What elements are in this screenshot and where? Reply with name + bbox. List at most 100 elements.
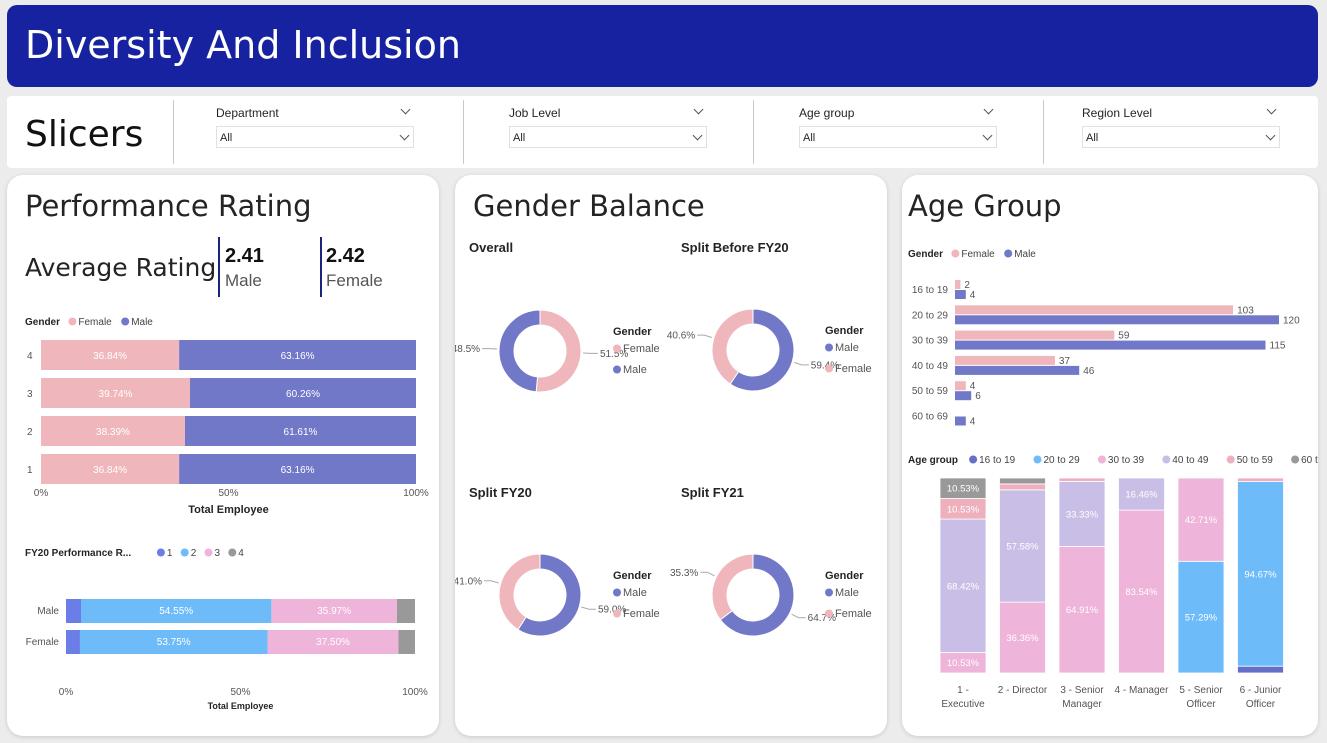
department-slicer[interactable]: Department All [216, 104, 416, 160]
age-bar-male [955, 315, 1279, 325]
level-data-label: 16.46% [1125, 490, 1158, 501]
gender-legend-item: Male [131, 317, 153, 328]
level-bar-segment [1237, 477, 1284, 482]
fy20-bar-1 [66, 630, 80, 654]
age-data-label: 59 [1118, 331, 1130, 342]
job-level-slicer[interactable]: Job Level All [509, 104, 709, 160]
level-data-label: 94.67% [1244, 569, 1277, 580]
rating-data-label: 39.74% [99, 389, 133, 400]
donut-legend-title: Gender [613, 326, 652, 338]
age-level-legend-marker [1033, 455, 1042, 464]
rating-data-label: 63.16% [281, 465, 315, 476]
donut-legend-marker [613, 609, 621, 618]
fy20-x-label: Total Employee [208, 701, 274, 711]
department-dropdown[interactable]: All [216, 126, 414, 148]
gender-legend-marker [68, 317, 77, 326]
rating-x-tick: 50% [218, 488, 238, 499]
level-data-label: 64.91% [1066, 605, 1099, 616]
donut-data-label: 40.6% [667, 331, 695, 342]
donut-slice-female [498, 553, 541, 631]
donut-title: Split FY21 [681, 485, 744, 500]
age-group-dropdown[interactable]: All [799, 126, 997, 148]
age-level-legend-title: Age group [908, 455, 958, 466]
slicer-divider [753, 100, 754, 164]
slicer-title: Job Level [509, 106, 561, 120]
fy20-legend-item: 2 [191, 548, 197, 559]
donut-leader-line [697, 334, 713, 338]
age-level-legend-marker [1291, 455, 1300, 464]
fy20-legend-marker [180, 548, 189, 557]
age-level-legend-item: 16 to 19 [979, 455, 1016, 466]
rating-axis-label: 2 [27, 427, 33, 438]
level-data-label: 10.53% [947, 504, 980, 515]
age-axis-label: 16 to 19 [912, 285, 949, 296]
level-axis-label: Officer [1246, 699, 1276, 710]
donut-slice-female [535, 309, 582, 393]
donut-legend-item: Female [623, 343, 660, 355]
region-level-slicer[interactable]: Region Level All [1082, 104, 1282, 160]
age-bar-male [955, 416, 966, 426]
donut-legend-item: Male [623, 587, 647, 599]
slicer-title: Age group [799, 106, 855, 120]
rating-x-tick: 0% [34, 488, 49, 499]
level-bar-segment [999, 483, 1046, 491]
age-axis-label: 60 to 69 [912, 412, 949, 423]
slicer-divider [463, 100, 464, 164]
chevron-down-icon[interactable] [1266, 104, 1277, 115]
level-axis-label: 5 - Senior [1179, 685, 1223, 696]
gender-donut-charts: Overall51.5%48.5%GenderFemaleMaleSplit B… [455, 240, 872, 637]
age-level-legend-marker [1226, 455, 1235, 464]
chevron-down-icon [399, 130, 410, 141]
fy20-x-tick: 100% [402, 687, 428, 698]
slicer-value: All [220, 132, 233, 144]
fy20-legend-marker [228, 548, 237, 557]
page-title: Diversity And Inclusion [25, 23, 461, 67]
fy20-x-tick: 0% [59, 687, 74, 698]
level-data-label: 57.58% [1006, 541, 1039, 552]
job-level-dropdown[interactable]: All [509, 126, 707, 148]
donut-legend-title: Gender [825, 570, 864, 582]
age-bar-female [955, 280, 961, 289]
slicer-title: Region Level [1082, 106, 1153, 120]
level-data-label: 36.36% [1006, 633, 1039, 644]
age-data-label: 6 [975, 391, 981, 402]
donut-legend-item: Male [835, 342, 859, 354]
age-group-slicer[interactable]: Age group All [799, 104, 999, 160]
rating-axis-label: 4 [27, 351, 33, 362]
region-level-dropdown[interactable]: All [1082, 126, 1280, 148]
fy20-bar-4 [398, 630, 415, 654]
age-bar-male [955, 290, 966, 299]
chevron-down-icon [692, 130, 703, 141]
slicer-value: All [803, 132, 816, 144]
age-gender-legend-item: Female [961, 249, 995, 260]
age-level-legend-item: 30 to 39 [1108, 455, 1145, 466]
age-data-label: 115 [1270, 341, 1286, 352]
slicer-divider [173, 100, 174, 164]
chevron-down-icon[interactable] [693, 104, 704, 115]
rating-data-label: 36.84% [93, 465, 127, 476]
age-gender-legend-marker [1004, 249, 1013, 258]
fy20-axis-label: Male [37, 606, 59, 617]
level-axis-label: 3 - Senior [1060, 685, 1104, 696]
level-data-label: 33.33% [1066, 509, 1099, 520]
chevron-down-icon[interactable] [983, 104, 994, 115]
chevron-down-icon[interactable] [400, 104, 411, 115]
rating-x-label: Total Employee [188, 504, 268, 516]
age-level-legend-item: 50 to 59 [1237, 455, 1274, 466]
performance-panel: Performance Rating Average Rating 2.41 M… [7, 175, 439, 736]
donut-legend-title: Gender [613, 570, 652, 582]
age-gender-legend-title: Gender [908, 249, 943, 260]
chevron-down-icon [982, 130, 993, 141]
level-axis-label: Executive [941, 699, 985, 710]
fy20-legend-marker [156, 548, 165, 557]
donut-slice-female [711, 308, 754, 385]
fy20-legend-title: FY20 Performance R... [25, 548, 131, 559]
rating-data-label: 60.26% [286, 389, 320, 400]
age-group-panel: Age Group Gender Female Male 16 to 19 2 4 20 t… [902, 175, 1318, 736]
donut-legend-marker [825, 364, 833, 373]
donut-slice-female [711, 553, 754, 621]
rating-x-tick: 100% [403, 488, 429, 499]
donut-legend-item: Male [835, 587, 859, 599]
age-level-legend-item: 60 to 69 [1301, 455, 1318, 466]
level-axis-label: Officer [1186, 699, 1216, 710]
